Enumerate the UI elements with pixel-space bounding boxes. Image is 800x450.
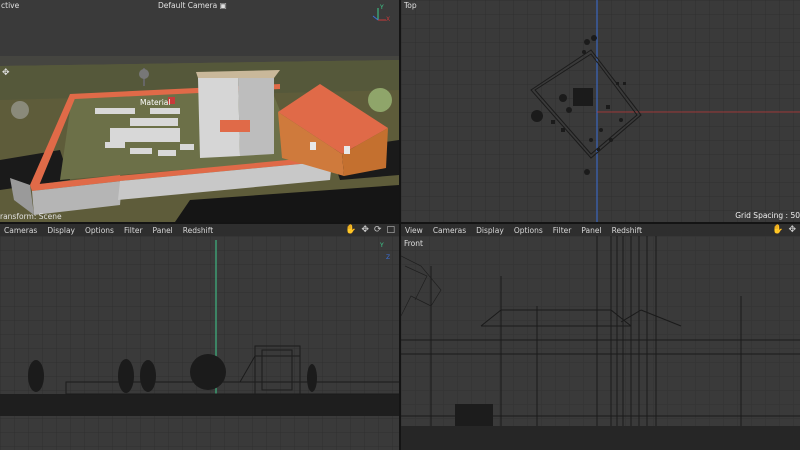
move-icon[interactable]: ✥ <box>361 225 369 235</box>
menu-redshift[interactable]: Redshift <box>612 226 642 235</box>
side-viewport[interactable]: Cameras Display Options Filter Panel Red… <box>0 224 399 450</box>
menu-redshift[interactable]: Redshift <box>183 226 213 235</box>
axis-y-label: Y <box>380 4 384 11</box>
top-grid <box>401 0 800 222</box>
front-nav-icons: ✋ ✥ <box>772 224 796 236</box>
side-scene <box>0 236 399 450</box>
menu-view[interactable]: View <box>405 226 423 235</box>
maximize-icon[interactable]: □ <box>386 225 395 235</box>
perspective-scene <box>0 0 399 222</box>
grid-spacing-label: Grid Spacing : 50 <box>735 211 800 220</box>
move-cursor-icon: ✥ <box>2 68 10 78</box>
hand-icon[interactable]: ✋ <box>772 225 783 235</box>
view-name-label: Front <box>404 239 423 248</box>
camera-name: Default Camera <box>158 1 218 10</box>
camera-icon[interactable]: ▣ <box>220 1 227 10</box>
menu-options[interactable]: Options <box>514 226 543 235</box>
menu-display[interactable]: Display <box>476 226 504 235</box>
menu-filter[interactable]: Filter <box>553 226 572 235</box>
side-viewport-menubar: Cameras Display Options Filter Panel Red… <box>0 224 399 236</box>
front-viewport-menubar: View Cameras Display Options Filter Pane… <box>401 224 800 236</box>
menu-display[interactable]: Display <box>47 226 75 235</box>
front-viewport[interactable]: View Cameras Display Options Filter Pane… <box>401 224 800 450</box>
menu-panel[interactable]: Panel <box>581 226 601 235</box>
rotate-icon[interactable]: ⟳ <box>374 225 382 235</box>
front-scene <box>401 236 800 450</box>
top-viewport[interactable]: Top Grid Spacing : 50 <box>401 0 800 222</box>
menu-panel[interactable]: Panel <box>153 226 173 235</box>
menu-options[interactable]: Options <box>85 226 114 235</box>
material-tag[interactable]: Material <box>140 98 170 107</box>
view-name-label: Top <box>404 1 417 10</box>
axis-z-label: Z <box>386 254 391 261</box>
status-text: ransform: Scene <box>0 212 62 221</box>
vertical-divider[interactable] <box>399 0 401 450</box>
menu-cameras[interactable]: Cameras <box>433 226 466 235</box>
axis-y-label: Y <box>380 242 384 249</box>
menu-filter[interactable]: Filter <box>124 226 143 235</box>
side-nav-icons: ✋ ✥ ⟳ □ <box>345 224 395 236</box>
hand-icon[interactable]: ✋ <box>345 225 356 235</box>
horizontal-divider[interactable] <box>0 222 800 224</box>
view-name-label: ctive <box>1 1 20 10</box>
perspective-viewport[interactable]: ctive Default Camera ▣ Material ransform… <box>0 0 399 222</box>
move-icon[interactable]: ✥ <box>788 225 796 235</box>
camera-label[interactable]: Default Camera ▣ <box>158 1 227 10</box>
menu-cameras[interactable]: Cameras <box>4 226 37 235</box>
axis-x-label: X <box>386 16 391 23</box>
